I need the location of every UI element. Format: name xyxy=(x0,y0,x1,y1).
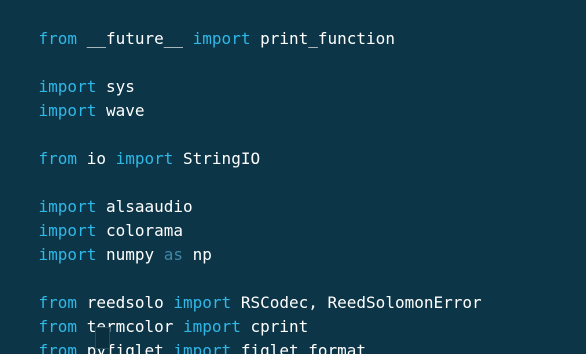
keyword-import: import xyxy=(192,29,251,48)
module-name: __future__ xyxy=(77,29,193,48)
alias-name: np xyxy=(183,245,212,264)
text-cursor xyxy=(95,327,110,349)
code-line: import sys xyxy=(0,51,586,96)
module-name: termcolor xyxy=(77,317,184,336)
keyword-as: as xyxy=(163,245,184,264)
keyword-import: import xyxy=(38,77,97,96)
code-line: from __future__ import print_function xyxy=(0,3,586,48)
keyword-from: from xyxy=(38,341,78,354)
keyword-from: from xyxy=(38,317,78,336)
code-line: from io import StringIO xyxy=(0,123,586,168)
module-name: sys xyxy=(96,77,135,96)
imported-name: print_function xyxy=(250,29,395,48)
keyword-from: from xyxy=(38,149,78,168)
module-name: reedsolo xyxy=(77,293,174,312)
keyword-import: import xyxy=(115,149,174,168)
module-name: wave xyxy=(96,101,145,120)
keyword-import: import xyxy=(38,245,97,264)
imported-name: figlet_format xyxy=(231,341,367,354)
module-name: numpy xyxy=(96,245,164,264)
module-name: io xyxy=(77,149,116,168)
keyword-from: from xyxy=(38,29,78,48)
keyword-import: import xyxy=(173,341,232,354)
keyword-import: import xyxy=(38,197,97,216)
code-editor[interactable]: from __future__ import print_function im… xyxy=(0,0,586,354)
module-name: alsaaudio xyxy=(96,197,193,216)
keyword-import: import xyxy=(173,293,232,312)
module-name: colorama xyxy=(96,221,184,240)
code-line: import alsaaudio xyxy=(0,171,586,216)
code-line: from reedsolo import RSCodec, ReedSolomo… xyxy=(0,267,586,312)
keyword-import: import xyxy=(183,317,241,336)
keyword-import: import xyxy=(38,221,97,240)
module-name: pyfiglet xyxy=(77,341,174,354)
imported-name: cprint xyxy=(240,317,309,336)
imported-name: StringIO xyxy=(173,149,261,168)
imported-name: RSCodec, ReedSolomonError xyxy=(231,293,482,312)
keyword-import: import xyxy=(38,101,97,120)
keyword-from: from xyxy=(38,293,78,312)
